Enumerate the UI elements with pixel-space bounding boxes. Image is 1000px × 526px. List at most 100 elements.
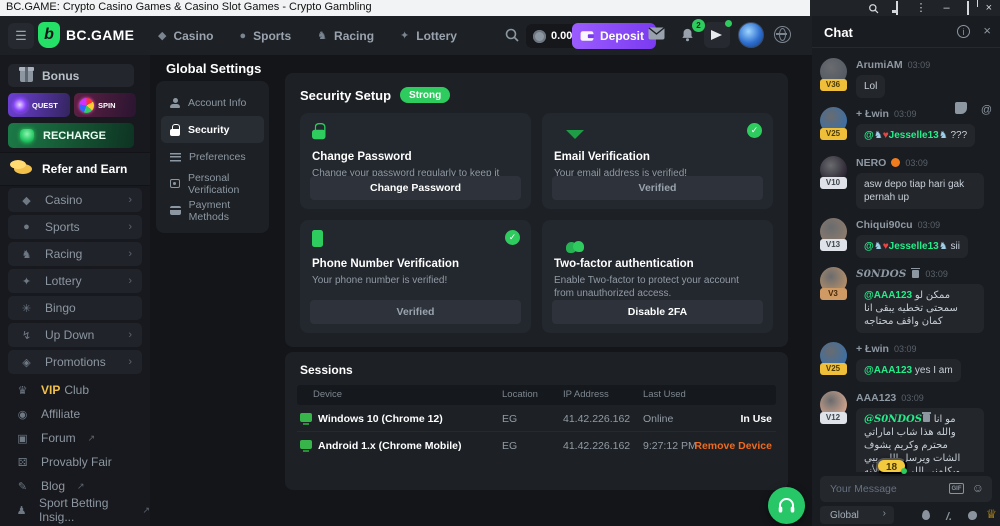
settings-menu-item[interactable]: Security (161, 116, 264, 143)
restore-button[interactable] (967, 0, 969, 16)
close-button[interactable]: × (986, 0, 992, 16)
window-titlebar: BC.GAME: Crypto Casino Games & Casino Sl… (0, 0, 1000, 16)
session-device: Windows 10 (Chrome 12) (318, 413, 443, 425)
session-location: EG (502, 440, 517, 452)
security-card: Two-factor authentication Enable Two-fac… (542, 220, 773, 333)
sessions-title: Sessions (300, 363, 353, 377)
bonus-button[interactable]: Bonus (8, 64, 134, 87)
sidebar-item-icon: ◆ (20, 194, 33, 207)
trash-icon (912, 270, 919, 278)
session-action[interactable]: Remove Device (694, 440, 772, 452)
settings-menu-item[interactable]: Personal Verification (161, 170, 264, 197)
nav-tab[interactable]: ◆ Casino (158, 29, 213, 43)
card-action-button[interactable]: Verified (552, 176, 763, 200)
sidebar-item-label: Bingo (45, 301, 76, 315)
sessions-panel: Sessions Device Location IP Address Last… (285, 352, 788, 490)
unread-messages-badge[interactable]: 18 (876, 458, 907, 474)
sidebar-link[interactable]: ◉ Affiliate ↗ (0, 402, 150, 426)
emoji-icon[interactable]: ☺ (972, 481, 984, 495)
chat-username[interactable]: NERO (856, 157, 886, 169)
settings-menu-item[interactable]: Account Info (161, 89, 264, 116)
chat-username[interactable]: + Łwin (856, 343, 889, 355)
nav-tab[interactable]: ✦ Lottery (400, 29, 457, 43)
sidebar-links: ♛ VIP Club ↗ ◉ Affiliate ↗ ▣ Forum ↗ ⚄ P… (0, 378, 150, 522)
user-avatar[interactable] (738, 22, 764, 48)
session-action[interactable]: In Use (740, 413, 772, 425)
trophy-icon[interactable]: ♕ (986, 506, 997, 521)
nav-tab-icon: ● (239, 30, 246, 42)
chevron-right-icon: › (128, 329, 132, 341)
quest-button[interactable]: QUEST (8, 93, 70, 117)
deposit-button[interactable]: Deposit (572, 23, 656, 49)
card-action-button[interactable]: Disable 2FA (552, 300, 763, 324)
session-row: Windows 10 (Chrome 12) EG 41.42.226.162 … (297, 405, 776, 432)
refer-and-earn[interactable]: Refer and Earn (0, 152, 150, 186)
settings-item-icon (170, 124, 180, 136)
device-monitor-icon (300, 413, 312, 422)
balance-amount: 0.00 (551, 30, 572, 42)
message-input[interactable] (830, 476, 940, 502)
settings-item-icon (170, 152, 181, 162)
sidebar-item-label: Up Down (45, 328, 94, 342)
support-button[interactable] (768, 487, 805, 524)
search-button[interactable] (504, 27, 520, 43)
sidebar-menu-item[interactable]: ♞ Racing › (8, 242, 142, 266)
gif-icon[interactable]: GIF (949, 483, 964, 494)
chat-username[interactable]: AAA123 (856, 392, 896, 404)
nav-tab[interactable]: ♞ Racing (317, 29, 374, 43)
search-icon[interactable] (868, 3, 879, 14)
sidebar-menu-item[interactable]: ◆ Casino › (8, 188, 142, 212)
chat-username[interactable]: Chiqui90cu (856, 219, 913, 231)
mention-at-icon[interactable]: @ (981, 102, 992, 117)
chat-room-selector[interactable]: Global › (820, 506, 894, 524)
chat-panel: Chat i × @ V36 ArumiAM 03:09 Lol V25 + Ł (812, 16, 1000, 526)
chat-message: V25 + Łwin 03:09 @AAA123 yes I am (818, 342, 994, 382)
sidebar-item-icon: ◈ (20, 356, 33, 369)
sidebar-link[interactable]: ▣ Forum ↗ (0, 426, 150, 450)
card-action-button[interactable]: Verified (310, 300, 521, 324)
sidebar-link-accent: VIP (41, 383, 60, 397)
slash-commands-icon[interactable]: /. (946, 508, 952, 523)
unicorn-icon: ♞ (939, 241, 948, 252)
bcgame-logo-icon[interactable]: b (38, 22, 60, 48)
sidebar-link[interactable]: ✎ Blog ↗ (0, 474, 150, 498)
sidebar-link[interactable]: ♛ VIP Club ↗ (0, 378, 150, 402)
chat-close-icon[interactable]: × (983, 23, 991, 38)
sidebar-menu-item[interactable]: ↯ Up Down › (8, 323, 142, 347)
col-ip: IP Address (563, 389, 609, 400)
sidebar-toggle-button[interactable]: ☰ (8, 23, 34, 49)
sticker-icon[interactable] (955, 102, 967, 117)
chat-username[interactable]: S0NDOS (856, 268, 906, 280)
settings-menu-item[interactable]: Payment Methods (161, 197, 264, 224)
sidebar-link[interactable]: ♟ Sport Betting Insig... ↗ (0, 498, 150, 522)
chat-toggle-button[interactable] (704, 22, 730, 48)
globe-icon[interactable] (774, 26, 791, 43)
spin-button[interactable]: SPIN (74, 93, 136, 117)
card-action-button[interactable]: Change Password (310, 176, 521, 200)
chat-username[interactable]: + Łwin (856, 108, 889, 120)
rain-icon[interactable] (922, 508, 930, 523)
inbox-icon[interactable] (648, 27, 665, 40)
nav-tab[interactable]: ● Sports (239, 29, 291, 43)
sidebar-menu-item[interactable]: ● Sports › (8, 215, 142, 239)
settings-menu-item[interactable]: Preferences (161, 143, 264, 170)
chat-message: V10 NERO 03:09 asw depo tiap hari gak pe… (818, 156, 994, 209)
minimize-button[interactable]: – (943, 0, 949, 16)
top-navbar: ☰ b BC.GAME ◆ Casino ● Sports ♞ Racing ✦… (0, 16, 812, 55)
bcgame-logo-text[interactable]: BC.GAME (66, 27, 134, 43)
sidebar-menu-item[interactable]: ◈ Promotions › (8, 350, 142, 374)
browser-menu-icon[interactable]: ⋮ (915, 0, 926, 16)
picture-in-picture-icon[interactable] (896, 0, 898, 16)
sidebar-menu-item[interactable]: ✦ Lottery › (8, 269, 142, 293)
chat-info-icon[interactable]: i (957, 25, 970, 38)
coin-drop-icon[interactable] (968, 508, 977, 523)
external-link-icon: ↗ (142, 505, 150, 516)
level-badge: V36 (820, 79, 847, 91)
sidebar-link-icon: ▣ (16, 432, 29, 445)
chat-username[interactable]: ArumiAM (856, 59, 903, 71)
sidebar-link[interactable]: ⚄ Provably Fair ↗ (0, 450, 150, 474)
nav-tab-label: Sports (253, 29, 291, 43)
level-badge: V3 (820, 288, 847, 300)
sidebar-menu-item[interactable]: ✳ Bingo › (8, 296, 142, 320)
recharge-button[interactable]: RECHARGE (8, 123, 134, 148)
